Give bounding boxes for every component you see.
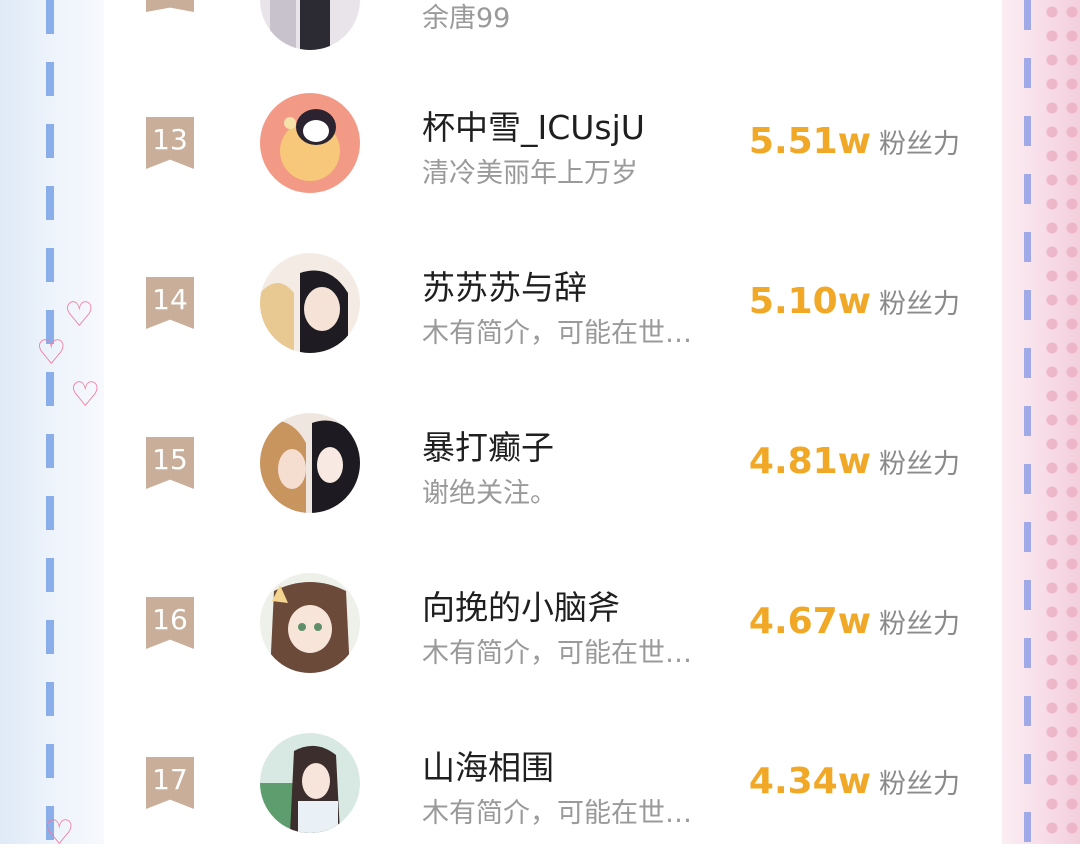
heart-outline-icon: ♡ xyxy=(44,813,75,844)
fan-power-value: 5.51w xyxy=(748,121,871,162)
fan-power-value: 4.67w xyxy=(748,601,871,642)
fan-power: 5.10w 粉丝力 xyxy=(749,281,960,322)
heart-outline-icon: ♡ xyxy=(64,295,95,335)
right-dot-pattern xyxy=(1042,0,1080,844)
user-name[interactable]: 暴打癫子 xyxy=(422,421,554,469)
heart-outline-icon: ♡ xyxy=(70,375,101,415)
fan-power-leaderboard: 余唐99 13 杯中雪_ICUsjU 清冷美丽年上万岁 5.51w 粉丝力 14 xyxy=(104,0,1002,844)
rank-badge: 16 xyxy=(146,597,194,649)
user-bio: 清冷美丽年上万岁 xyxy=(422,158,638,189)
user-bio: 木有简介，可能在世… xyxy=(422,638,692,669)
user-bio: 木有简介，可能在世… xyxy=(422,318,692,349)
list-item[interactable]: 14 苏苏苏与辞 木有简介，可能在世… 5.10w 粉丝力 xyxy=(104,225,1002,385)
rank-badge: 13 xyxy=(146,117,194,169)
fan-power-unit: 粉丝力 xyxy=(879,129,960,160)
left-dashed-line xyxy=(46,0,54,844)
user-name[interactable]: 山海相围 xyxy=(422,741,554,789)
avatar[interactable] xyxy=(260,0,360,50)
fan-power-value: 4.81w xyxy=(748,441,871,482)
user-bio: 木有简介，可能在世… xyxy=(422,798,692,829)
user-name[interactable]: 杯中雪_ICUsjU xyxy=(422,101,645,149)
left-decoration: ♡ ♡ ♡ ♡ xyxy=(0,0,104,844)
list-item[interactable]: 13 杯中雪_ICUsjU 清冷美丽年上万岁 5.51w 粉丝力 xyxy=(104,65,1002,225)
heart-outline-icon: ♡ xyxy=(36,333,67,373)
avatar[interactable] xyxy=(260,253,360,353)
user-bio: 余唐99 xyxy=(422,3,511,34)
fan-power: 4.34w 粉丝力 xyxy=(749,761,960,802)
user-bio: 谢绝关注。 xyxy=(422,478,557,509)
avatar[interactable] xyxy=(260,413,360,513)
rank-badge: 17 xyxy=(146,757,194,809)
right-decoration xyxy=(1002,0,1080,844)
fan-power: 4.81w 粉丝力 xyxy=(749,441,960,482)
avatar[interactable] xyxy=(260,93,360,193)
fan-power-value: 4.34w xyxy=(748,761,871,802)
fan-power-unit: 粉丝力 xyxy=(879,609,960,640)
user-name[interactable]: 苏苏苏与辞 xyxy=(422,261,587,309)
fan-power-unit: 粉丝力 xyxy=(879,289,960,320)
rank-badge: 15 xyxy=(146,437,194,489)
list-item[interactable]: 17 山海相围 木有简介，可能在世… 4.34w 粉丝力 xyxy=(104,705,1002,865)
avatar[interactable] xyxy=(260,733,360,833)
list-item[interactable]: 15 暴打癫子 谢绝关注。 4.81w 粉丝力 xyxy=(104,385,1002,545)
fan-power-unit: 粉丝力 xyxy=(879,449,960,480)
list-item-partial[interactable]: 余唐99 xyxy=(104,0,1002,50)
list-item[interactable]: 16 向挽的小脑斧 木有简介，可能在世… 4.67w 粉丝力 xyxy=(104,545,1002,705)
user-name[interactable]: 向挽的小脑斧 xyxy=(422,581,620,629)
right-dashed-line xyxy=(1024,0,1031,844)
ribbon-badge-icon xyxy=(146,0,194,12)
rank-badge: 14 xyxy=(146,277,194,329)
fan-power-value: 5.10w xyxy=(748,281,871,322)
avatar[interactable] xyxy=(260,573,360,673)
fan-power: 4.67w 粉丝力 xyxy=(749,601,960,642)
fan-power-unit: 粉丝力 xyxy=(879,769,960,800)
fan-power: 5.51w 粉丝力 xyxy=(749,121,960,162)
